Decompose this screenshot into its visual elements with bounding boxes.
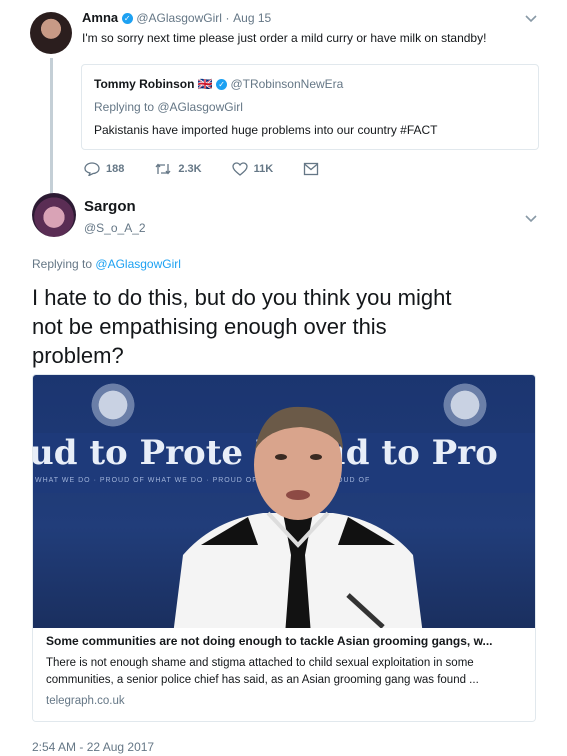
officer-photo	[173, 406, 423, 628]
retweet-button[interactable]: 2.3K	[154, 162, 202, 176]
verified-icon: ✓	[216, 79, 228, 91]
flag-icon: 🇬🇧	[197, 77, 213, 91]
card-domain: telegraph.co.uk	[46, 695, 125, 707]
reply-prefix: Replying to	[32, 257, 93, 271]
avatar[interactable]	[32, 193, 76, 237]
dm-icon[interactable]	[303, 162, 319, 176]
reply-icon	[84, 162, 100, 176]
separator: ·	[225, 11, 230, 25]
chevron-down-icon[interactable]	[524, 12, 538, 27]
chevron-down-icon[interactable]	[524, 212, 538, 227]
card-title: Some communities are not doing enough to…	[46, 634, 493, 648]
reply-button[interactable]: 188	[84, 162, 124, 176]
author-handle[interactable]: @S_o_A_2	[84, 221, 146, 235]
reply-handle-link[interactable]: @AGlasgowGirl	[95, 257, 181, 271]
tweet-text-line: not be empathising enough over this	[32, 314, 387, 339]
card-description: There is not enough shame and stigma att…	[46, 655, 526, 689]
parent-tweet-header: Amna ✓ @AGlasgowGirl · Aug 15	[82, 10, 271, 25]
quoted-author-handle: @TRobinsonNewEra	[230, 77, 344, 91]
card-image: ud to Prote Proud to Pro WHAT WE DO · PR…	[33, 375, 535, 628]
thread-line	[50, 58, 53, 198]
author-handle[interactable]: @AGlasgowGirl	[136, 11, 222, 25]
police-crest-image	[441, 379, 489, 431]
quoted-author-name: Tommy Robinson	[94, 77, 195, 91]
like-icon	[231, 162, 248, 176]
tweet-text: I'm so sorry next time please just order…	[82, 31, 487, 45]
author-name[interactable]: Sargon	[84, 198, 136, 215]
card-description-line: communities, a senior police chief has s…	[46, 674, 479, 686]
author-name[interactable]: Amna	[82, 10, 118, 25]
retweet-count: 2.3K	[178, 163, 202, 175]
retweet-icon	[155, 163, 171, 175]
police-crest-image	[89, 379, 137, 431]
avatar[interactable]	[30, 12, 72, 54]
quoted-tweet-header: Tommy Robinson 🇬🇧 ✓ @TRobinsonNewEra	[94, 77, 343, 91]
verified-icon: ✓	[121, 13, 133, 25]
like-count: 11K	[253, 163, 274, 175]
quoted-reply-to: Replying to @AGlasgowGirl	[94, 100, 243, 114]
tweet-text: I hate to do this, but do you think you …	[32, 283, 542, 370]
tweet-date[interactable]: Aug 15	[233, 11, 271, 25]
tweet-text-line: I hate to do this, but do you think you …	[32, 285, 452, 310]
reply-context: Replying to @AGlasgowGirl	[32, 257, 181, 271]
reply-count: 188	[106, 163, 125, 175]
tweet-timestamp[interactable]: 2:54 AM - 22 Aug 2017	[32, 740, 154, 754]
card-description-line: There is not enough shame and stigma att…	[46, 657, 474, 669]
quoted-tweet[interactable]: Tommy Robinson 🇬🇧 ✓ @TRobinsonNewEra Rep…	[81, 64, 539, 150]
link-card[interactable]: ud to Prote Proud to Pro WHAT WE DO · PR…	[32, 374, 536, 722]
like-button[interactable]: 11K	[231, 162, 274, 176]
tweet-text-line: problem?	[32, 343, 124, 368]
quoted-tweet-text: Pakistanis have imported huge problems i…	[94, 123, 438, 137]
tweet-actions: 188 2.3K 11K	[84, 162, 319, 176]
